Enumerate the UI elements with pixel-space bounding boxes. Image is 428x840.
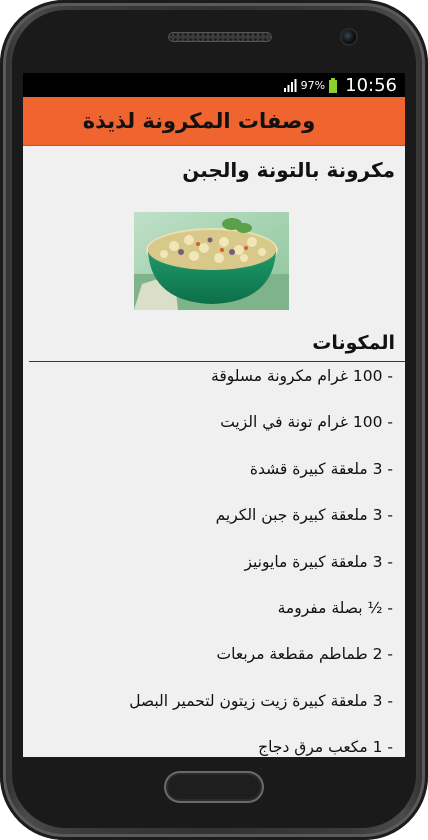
signal-icon [283,79,297,92]
pasta-salad-bowl-image [134,212,289,310]
recipe-photo-illustration [134,212,289,310]
ingredient-item: - 3 ملعقة كبيرة قشدة [249,459,393,478]
battery-percentage: 97% [300,78,326,92]
app-screen: 97% 10:56 وصفات المكرونة لذيذة مكرونة با… [23,73,405,757]
action-bar: وصفات المكرونة لذيذة [23,97,405,146]
ingredients-heading: المكونات [312,332,395,354]
ingredients-list: - 100 غرام مكرونة مسلوقة - 100 غرام تونة… [33,365,393,757]
phone-frame: 97% 10:56 وصفات المكرونة لذيذة مكرونة با… [0,0,428,840]
status-bar: 97% 10:56 [23,73,405,97]
home-button[interactable] [164,771,264,803]
app-title: وصفات المكرونة لذيذة [82,109,316,133]
ingredient-item: - ½ بصلة مفرومة [277,598,393,617]
status-clock: 10:56 [345,74,397,96]
ingredient-item: - 100 غرام تونة في الزيت [220,413,393,432]
ingredient-item: - 100 غرام مكرونة مسلوقة [211,367,393,385]
ingredient-item: - 3 ملعقة كبيرة جبن الكريم [215,506,393,525]
section-divider [29,361,405,362]
recipe-content[interactable]: مكرونة بالتونة والجبن المكونات - 100 غرا… [23,146,405,757]
front-camera [342,30,356,44]
recipe-title: مكرونة بالتونة والجبن [182,158,395,182]
ingredient-item: - 2 طماطم مقطعة مربعات [216,645,393,664]
ingredient-item: - 3 ملعقة كبيرة زيت زيتون لتحمير البصل [129,691,393,710]
ingredient-item: - 1 مكعب مرق دجاج [258,738,393,757]
ingredient-item: - 3 ملعقة كبيرة مايونيز [244,552,393,571]
battery-icon [329,77,338,93]
status-indicators: 97% 10:56 [283,73,397,97]
earpiece-speaker [168,32,272,42]
